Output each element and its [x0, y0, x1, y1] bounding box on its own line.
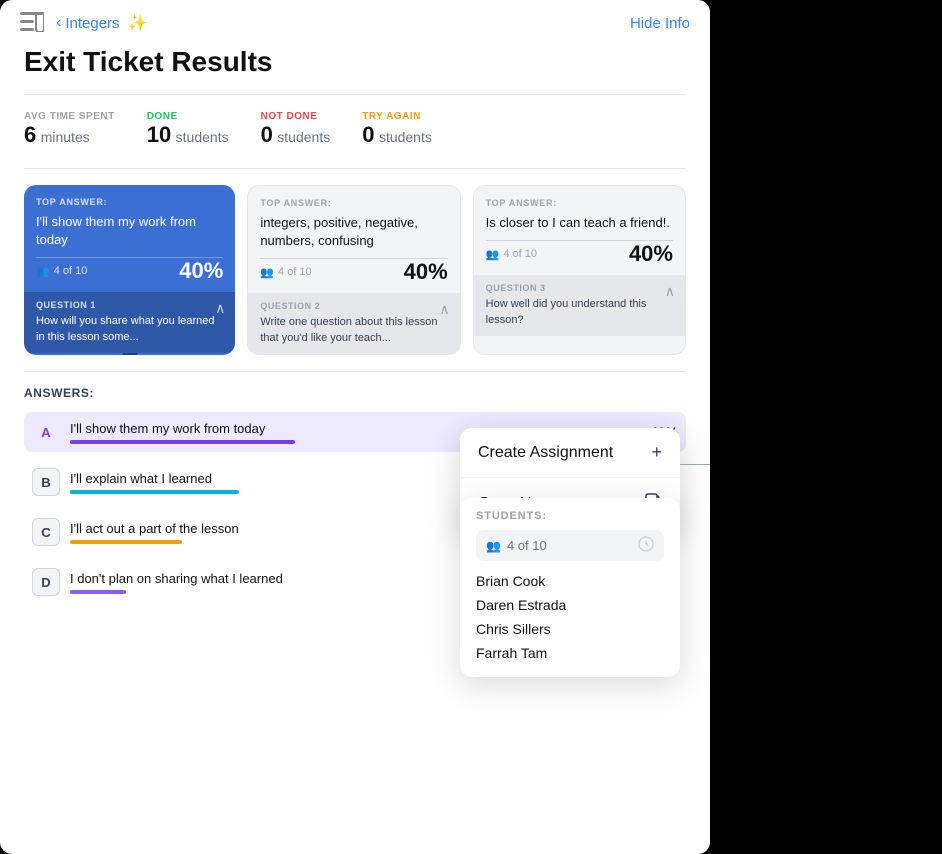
card3-students: 👥 4 of 10: [486, 248, 537, 261]
answer-letter-b: B: [32, 468, 60, 496]
card3-q-label: QUESTION 3: [486, 283, 673, 293]
student-name-2: Daren Estrada: [476, 593, 664, 617]
card2-students: 👥 4 of 10: [260, 266, 311, 279]
student-name-4: Farrah Tam: [476, 641, 664, 665]
card1-q-text: How will you share what you learned in t…: [36, 314, 223, 345]
card1-top-answer-text: I'll show them my work from today: [36, 213, 223, 249]
stat-try-again: TRY AGAIN 0 students: [362, 111, 432, 148]
card1-pct: 40%: [179, 258, 223, 284]
stat-try-again-label: TRY AGAIN: [362, 111, 432, 122]
answer-bar-b: [70, 490, 239, 494]
students-popup-label: STUDENTS:: [476, 510, 664, 522]
students-count-text: 4 of 10: [507, 538, 632, 553]
top-bar-left: ‹ Integers ✨: [20, 12, 147, 34]
stat-not-done: NOT DONE 0 students: [261, 111, 331, 148]
create-assignment-item[interactable]: Create Assignment +: [460, 428, 680, 478]
stat-not-done-value: 0 students: [261, 122, 331, 148]
top-bar: ‹ Integers ✨ Hide Info: [0, 0, 710, 46]
create-assignment-label: Create Assignment: [478, 444, 613, 462]
answer-letter-d: D: [32, 568, 60, 596]
stat-avg-time: AVG TIME SPENT 6 minutes: [24, 111, 115, 148]
sidebar-toggle-icon[interactable]: [20, 12, 48, 34]
students-count-row: 👥 4 of 10: [476, 530, 664, 561]
stat-avg-time-label: AVG TIME SPENT: [24, 111, 115, 122]
connector-line: [680, 464, 710, 465]
stats-row: AVG TIME SPENT 6 minutes DONE 10 student…: [24, 111, 686, 148]
stat-not-done-label: NOT DONE: [261, 111, 331, 122]
black-panel: [710, 0, 942, 854]
student-name-3: Chris Sillers: [476, 617, 664, 641]
card2-q-label: QUESTION 2: [260, 301, 447, 311]
answers-label: ANSWERS:: [24, 386, 686, 400]
card2-q-text: Write one question about this lesson tha…: [260, 315, 447, 346]
card2-pct: 40%: [404, 259, 448, 285]
card1-top-answer-label: TOP ANSWER:: [36, 197, 223, 207]
magic-icon: ✨: [128, 13, 148, 33]
stat-avg-time-value: 6 minutes: [24, 122, 115, 148]
divider2: [24, 168, 686, 169]
card2-top: TOP ANSWER: integers, positive, negative…: [248, 186, 459, 258]
stat-try-again-value: 0 students: [362, 122, 432, 148]
card1-students: 👥 4 of 10: [36, 265, 87, 278]
answer-bar-d: [70, 590, 126, 594]
students-people-icon: 👥: [486, 539, 501, 553]
card1-people-icon: 👥: [36, 265, 50, 278]
answer-letter-c: C: [32, 518, 60, 546]
card2-bottom: QUESTION 2 Write one question about this…: [248, 293, 459, 354]
card1-top: TOP ANSWER: I'll show them my work from …: [24, 185, 235, 257]
card2-chevron-icon: ∧: [439, 301, 449, 318]
stat-done-label: DONE: [147, 111, 229, 122]
card2-top-answer-label: TOP ANSWER:: [260, 198, 447, 208]
question-card-3[interactable]: TOP ANSWER: Is closer to I can teach a f…: [473, 185, 686, 355]
card1-bottom: QUESTION 1 How will you share what you l…: [24, 292, 235, 353]
card3-bottom: QUESTION 3 How well did you understand t…: [474, 275, 685, 336]
card1-tooltip-arrow: [122, 353, 138, 355]
card3-chevron-icon: ∧: [665, 283, 675, 300]
question-card-1[interactable]: TOP ANSWER: I'll show them my work from …: [24, 185, 235, 355]
card3-q-text: How well did you understand this lesson?: [486, 297, 673, 328]
cards-row: TOP ANSWER: I'll show them my work from …: [24, 185, 686, 355]
answer-letter-a: A: [32, 418, 60, 446]
card2-people-icon: 👥: [260, 266, 274, 279]
answer-bar-a: [70, 440, 295, 444]
card3-stats: 👥 4 of 10 40%: [474, 241, 685, 275]
page-title: Exit Ticket Results: [24, 46, 686, 78]
question-card-2[interactable]: TOP ANSWER: integers, positive, negative…: [247, 185, 460, 355]
back-chevron-icon: ‹: [56, 14, 61, 32]
card1-students-text: 4 of 10: [54, 265, 88, 277]
back-nav[interactable]: ‹ Integers: [56, 14, 120, 32]
students-count-circle-icon: [638, 536, 654, 555]
nav-title: Integers: [65, 15, 119, 32]
card3-top: TOP ANSWER: Is closer to I can teach a f…: [474, 186, 685, 240]
card3-students-text: 4 of 10: [503, 248, 537, 260]
card1-chevron-icon: ∧: [215, 300, 225, 317]
card3-top-answer-label: TOP ANSWER:: [486, 198, 673, 208]
card2-students-text: 4 of 10: [278, 266, 312, 278]
card2-stats: 👥 4 of 10 40%: [248, 259, 459, 293]
student-name-1: Brian Cook: [476, 569, 664, 593]
students-popup: STUDENTS: 👥 4 of 10 Brian Cook Daren Est…: [460, 498, 680, 677]
answer-bar-c: [70, 540, 182, 544]
card1-stats: 👥 4 of 10 40%: [24, 258, 235, 292]
create-assignment-plus-icon: +: [651, 442, 662, 463]
card3-pct: 40%: [629, 241, 673, 267]
card3-top-answer-text: Is closer to I can teach a friend!.: [486, 214, 673, 232]
card1-q-label: QUESTION 1: [36, 300, 223, 310]
hide-info-button[interactable]: Hide Info: [630, 15, 690, 32]
stat-done: DONE 10 students: [147, 111, 229, 148]
card3-people-icon: 👥: [486, 248, 500, 261]
card2-top-answer-text: integers, positive, negative, numbers, c…: [260, 214, 447, 250]
stat-done-value: 10 students: [147, 122, 229, 148]
divider1: [24, 94, 686, 95]
